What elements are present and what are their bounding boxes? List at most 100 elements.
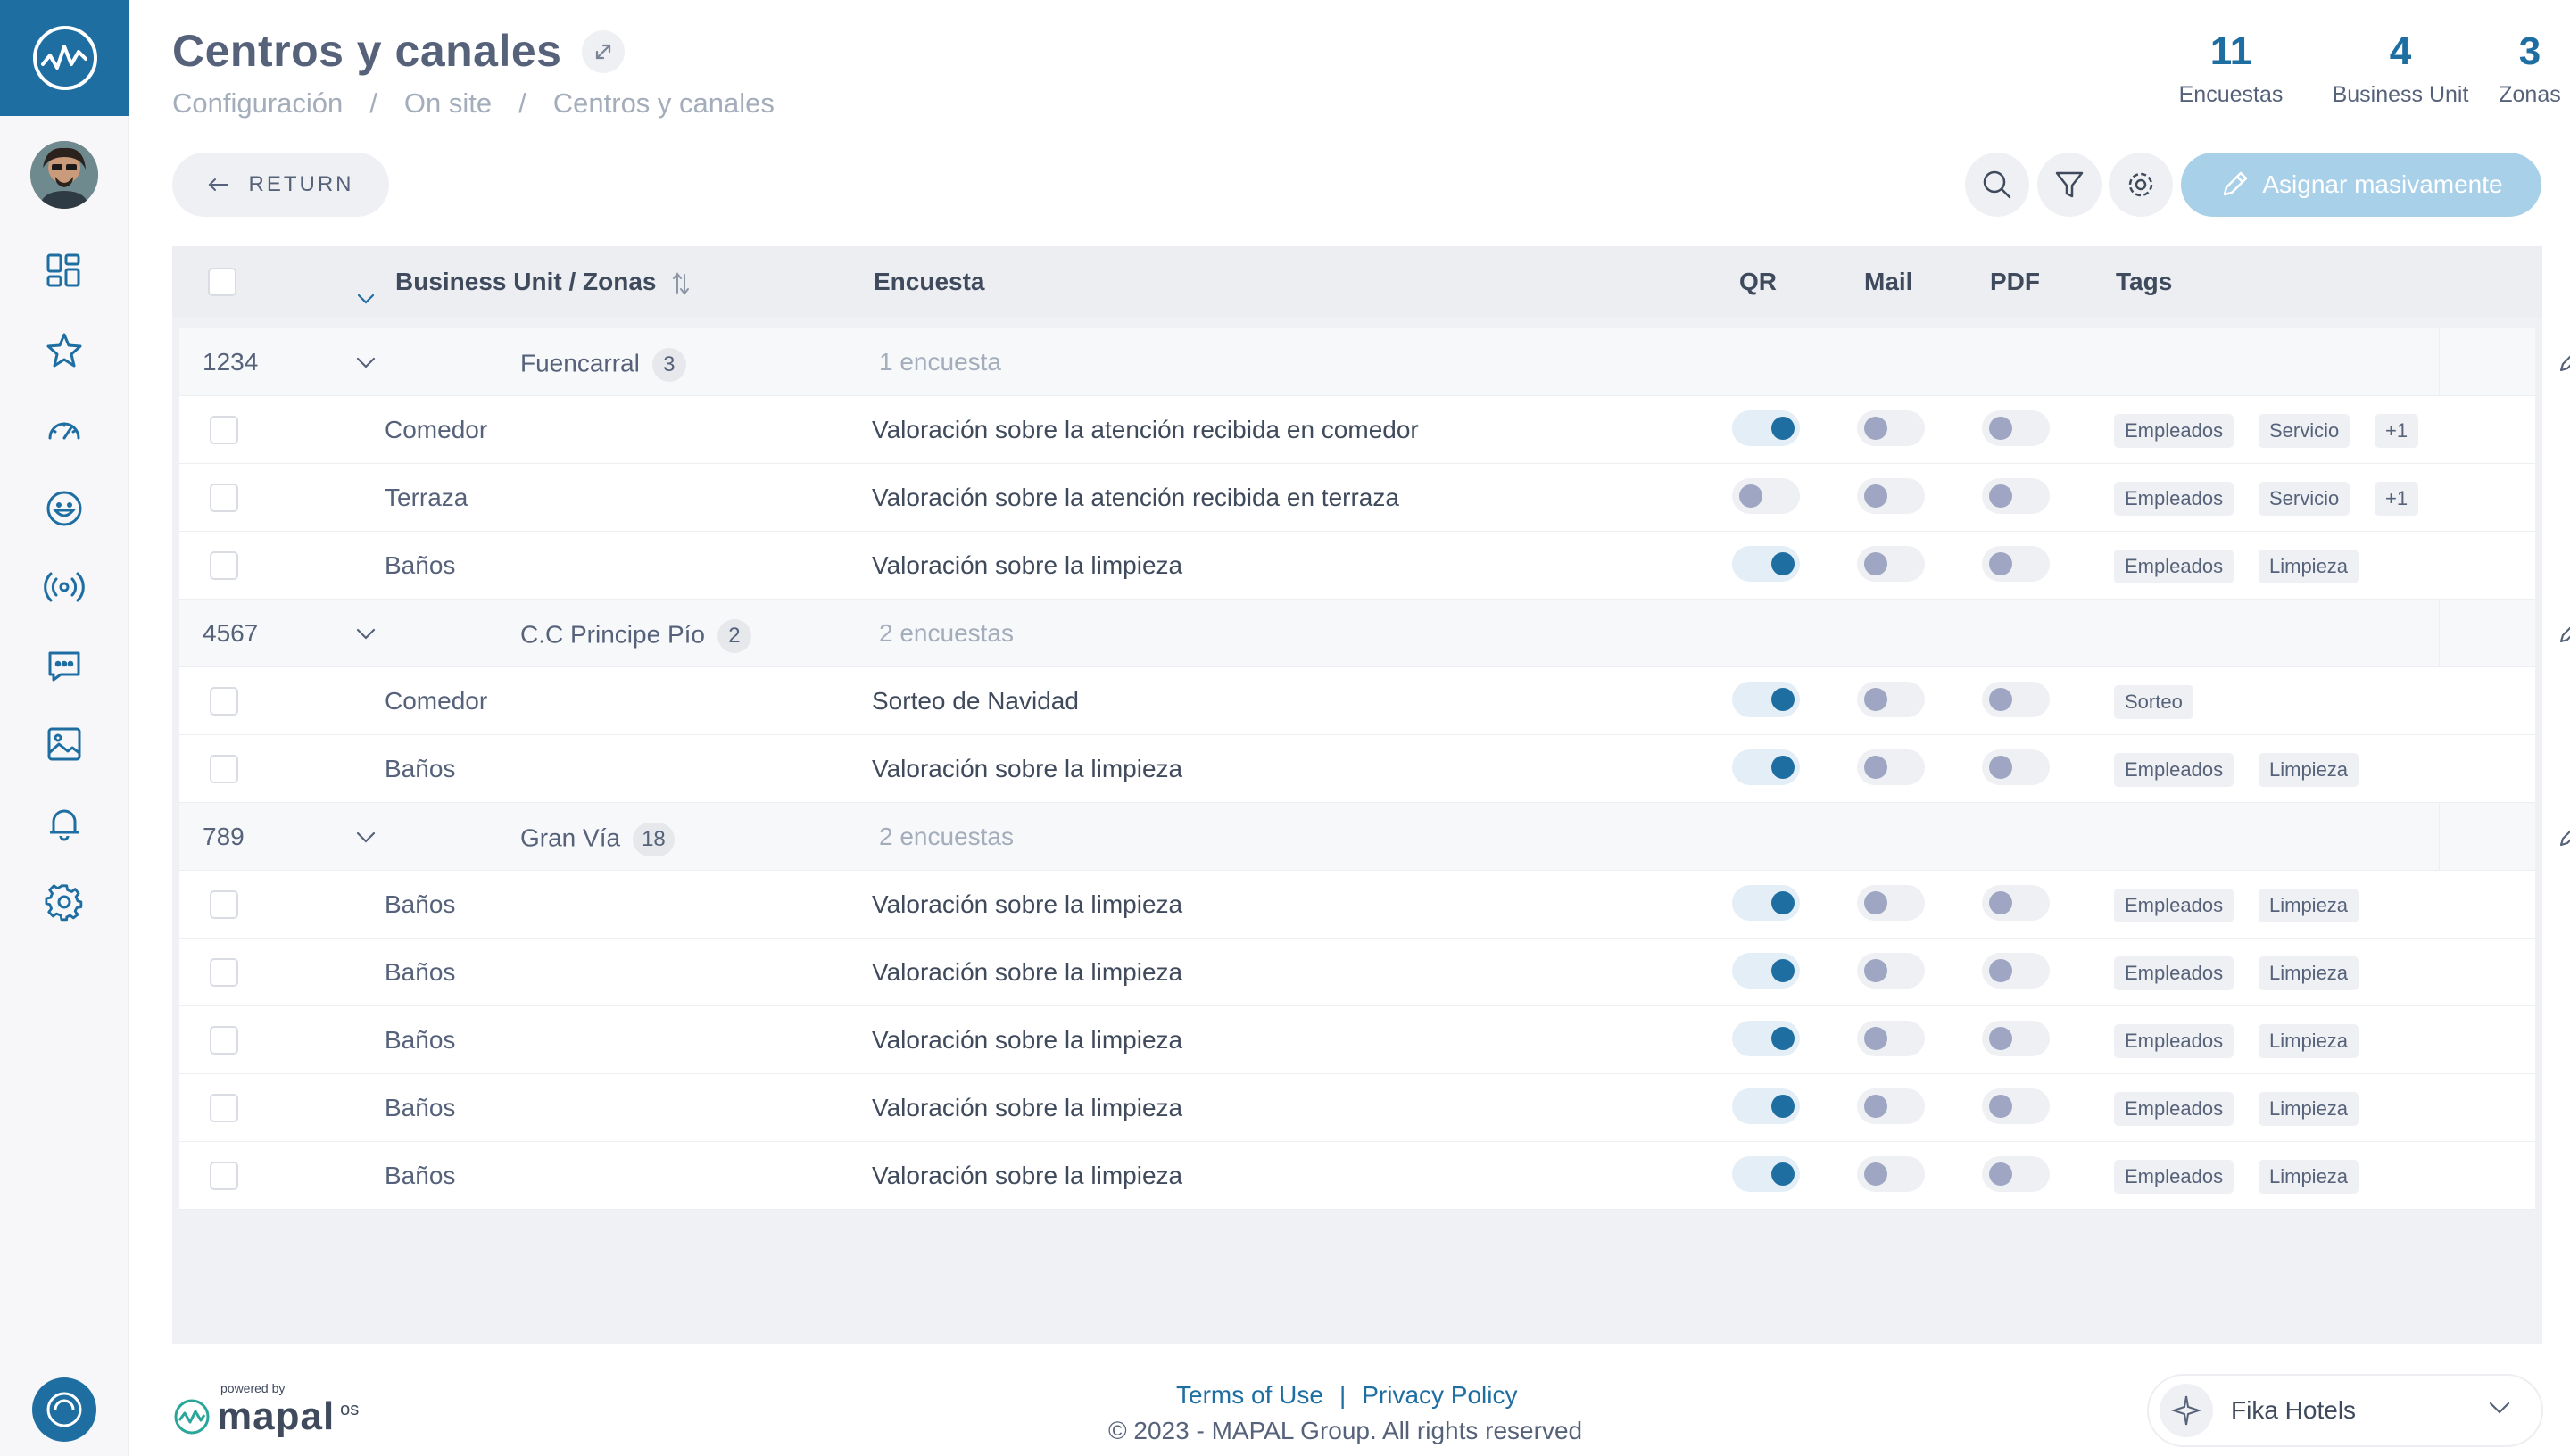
qr-toggle[interactable] bbox=[1732, 1021, 1800, 1056]
toggle-knob bbox=[1864, 1095, 1887, 1118]
mail-toggle[interactable] bbox=[1857, 682, 1925, 717]
tag-chip: Limpieza bbox=[2259, 1160, 2359, 1194]
group-row[interactable]: 1234 Fuencarral 3 1 encuesta bbox=[179, 328, 2570, 396]
breadcrumb-item-on-site[interactable]: On site bbox=[404, 87, 492, 119]
survey-name: Valoración sobre la limpieza bbox=[872, 1094, 1183, 1121]
table-row[interactable]: Comedor Sorteo de Navidad Sorteo bbox=[179, 667, 2535, 735]
table-row[interactable]: Baños Valoración sobre la limpieza Emplead… bbox=[179, 1142, 2535, 1210]
column-header-qr: QR bbox=[1739, 268, 1777, 295]
table-row[interactable]: Comedor Valoración sobre la atención reci… bbox=[179, 396, 2535, 464]
mail-toggle[interactable] bbox=[1857, 1088, 1925, 1124]
toggle-knob bbox=[1989, 1027, 2012, 1050]
pdf-toggle[interactable] bbox=[1982, 546, 2050, 582]
pdf-toggle[interactable] bbox=[1982, 1088, 2050, 1124]
mail-toggle[interactable] bbox=[1857, 478, 1925, 514]
qr-toggle[interactable] bbox=[1732, 1156, 1800, 1192]
image-icon[interactable] bbox=[41, 721, 87, 767]
row-checkbox[interactable] bbox=[210, 890, 238, 919]
chat-icon[interactable] bbox=[41, 642, 87, 689]
table-row[interactable]: Baños Valoración sobre la limpieza Emplead… bbox=[179, 871, 2535, 939]
column-header-business-unit[interactable]: Business Unit / Zonas bbox=[395, 268, 690, 296]
star-icon[interactable] bbox=[41, 327, 87, 374]
terms-link[interactable]: Terms of Use bbox=[1176, 1381, 1323, 1409]
table-row[interactable]: Baños Valoración sobre la limpieza Emplead… bbox=[179, 1006, 2535, 1074]
mail-toggle[interactable] bbox=[1857, 749, 1925, 785]
mail-toggle[interactable] bbox=[1857, 546, 1925, 582]
mail-toggle[interactable] bbox=[1857, 410, 1925, 446]
assign-bulk-button[interactable]: Asignar masivamente bbox=[2181, 153, 2541, 217]
smiley-icon[interactable] bbox=[41, 485, 87, 532]
help-chat-button[interactable] bbox=[32, 1377, 96, 1442]
row-checkbox[interactable] bbox=[210, 687, 238, 716]
row-checkbox[interactable] bbox=[210, 1026, 238, 1055]
qr-toggle[interactable] bbox=[1732, 953, 1800, 989]
pdf-toggle[interactable] bbox=[1982, 1021, 2050, 1056]
group-row[interactable]: 789 Gran Vía 18 2 encuestas bbox=[179, 803, 2570, 871]
gear-icon[interactable] bbox=[41, 879, 87, 925]
tag-chip: Empleados bbox=[2114, 753, 2234, 787]
pdf-toggle[interactable] bbox=[1982, 1156, 2050, 1192]
pdf-toggle[interactable] bbox=[1982, 478, 2050, 514]
group-code: 789 bbox=[203, 823, 245, 850]
table-row[interactable]: Baños Valoración sobre la limpieza Emplead… bbox=[179, 939, 2535, 1006]
pencil-icon[interactable] bbox=[2557, 348, 2570, 375]
qr-toggle[interactable] bbox=[1732, 682, 1800, 717]
mail-toggle[interactable] bbox=[1857, 885, 1925, 921]
breadcrumb: Configuración / On site / Centros y canales bbox=[172, 87, 775, 120]
chevron-down-icon[interactable] bbox=[354, 617, 377, 649]
breadcrumb-item-configuracion[interactable]: Configuración bbox=[172, 87, 343, 119]
mail-toggle[interactable] bbox=[1857, 1156, 1925, 1192]
pdf-toggle[interactable] bbox=[1982, 953, 2050, 989]
chevron-down-icon[interactable] bbox=[354, 821, 377, 853]
row-checkbox[interactable] bbox=[210, 1094, 238, 1122]
qr-toggle[interactable] bbox=[1732, 749, 1800, 785]
table-row[interactable]: Baños Valoración sobre la limpieza Emplead… bbox=[179, 735, 2535, 803]
toggle-knob bbox=[1989, 552, 2012, 575]
pencil-icon bbox=[2224, 171, 2248, 196]
table-row[interactable]: Terraza Valoración sobre la atención reci… bbox=[179, 464, 2535, 532]
pdf-toggle[interactable] bbox=[1982, 682, 2050, 717]
row-checkbox[interactable] bbox=[210, 551, 238, 580]
pencil-icon[interactable] bbox=[2557, 823, 2570, 849]
filter-button[interactable] bbox=[2037, 153, 2102, 217]
mail-toggle[interactable] bbox=[1857, 953, 1925, 989]
row-checkbox[interactable] bbox=[210, 416, 238, 444]
settings-button[interactable] bbox=[2109, 153, 2173, 217]
tag-chip: Sorteo bbox=[2114, 685, 2193, 719]
qr-toggle[interactable] bbox=[1732, 885, 1800, 921]
row-checkbox[interactable] bbox=[210, 755, 238, 783]
zone-name: Baños bbox=[385, 958, 456, 986]
row-checkbox[interactable] bbox=[210, 958, 238, 987]
bell-icon[interactable] bbox=[41, 800, 87, 847]
pdf-toggle[interactable] bbox=[1982, 885, 2050, 921]
chevron-down-icon[interactable] bbox=[354, 346, 377, 378]
qr-toggle[interactable] bbox=[1732, 410, 1800, 446]
expand-button[interactable] bbox=[582, 30, 625, 73]
app-logo[interactable] bbox=[0, 0, 129, 116]
broadcast-icon[interactable] bbox=[41, 564, 87, 610]
row-checkbox[interactable] bbox=[210, 1162, 238, 1190]
table-row[interactable]: Baños Valoración sobre la limpieza Emplead… bbox=[179, 1074, 2535, 1142]
pdf-toggle[interactable] bbox=[1982, 410, 2050, 446]
row-checkbox[interactable] bbox=[210, 484, 238, 512]
qr-toggle[interactable] bbox=[1732, 478, 1800, 514]
search-button[interactable] bbox=[1965, 153, 2029, 217]
gauge-icon[interactable] bbox=[41, 406, 87, 452]
powered-by-logo: powered by mapal os bbox=[172, 1381, 359, 1436]
company-selector[interactable]: Fika Hotels bbox=[2147, 1374, 2543, 1447]
edit-divider bbox=[2439, 600, 2440, 667]
toggle-knob bbox=[1771, 756, 1795, 779]
return-button[interactable]: RETURN bbox=[172, 153, 389, 217]
pdf-toggle[interactable] bbox=[1982, 749, 2050, 785]
user-avatar[interactable] bbox=[30, 141, 98, 209]
qr-toggle[interactable] bbox=[1732, 1088, 1800, 1124]
group-row[interactable]: 4567 C.C Principe Pío 2 2 encuestas bbox=[179, 600, 2570, 667]
pencil-icon[interactable] bbox=[2557, 619, 2570, 646]
mail-toggle[interactable] bbox=[1857, 1021, 1925, 1056]
qr-toggle[interactable] bbox=[1732, 546, 1800, 582]
privacy-link[interactable]: Privacy Policy bbox=[1362, 1381, 1517, 1409]
dashboard-icon[interactable] bbox=[41, 248, 87, 294]
chevron-down-icon[interactable] bbox=[356, 293, 376, 305]
select-all-checkbox[interactable] bbox=[208, 268, 236, 296]
table-row[interactable]: Baños Valoración sobre la limpieza Emplead… bbox=[179, 532, 2535, 600]
